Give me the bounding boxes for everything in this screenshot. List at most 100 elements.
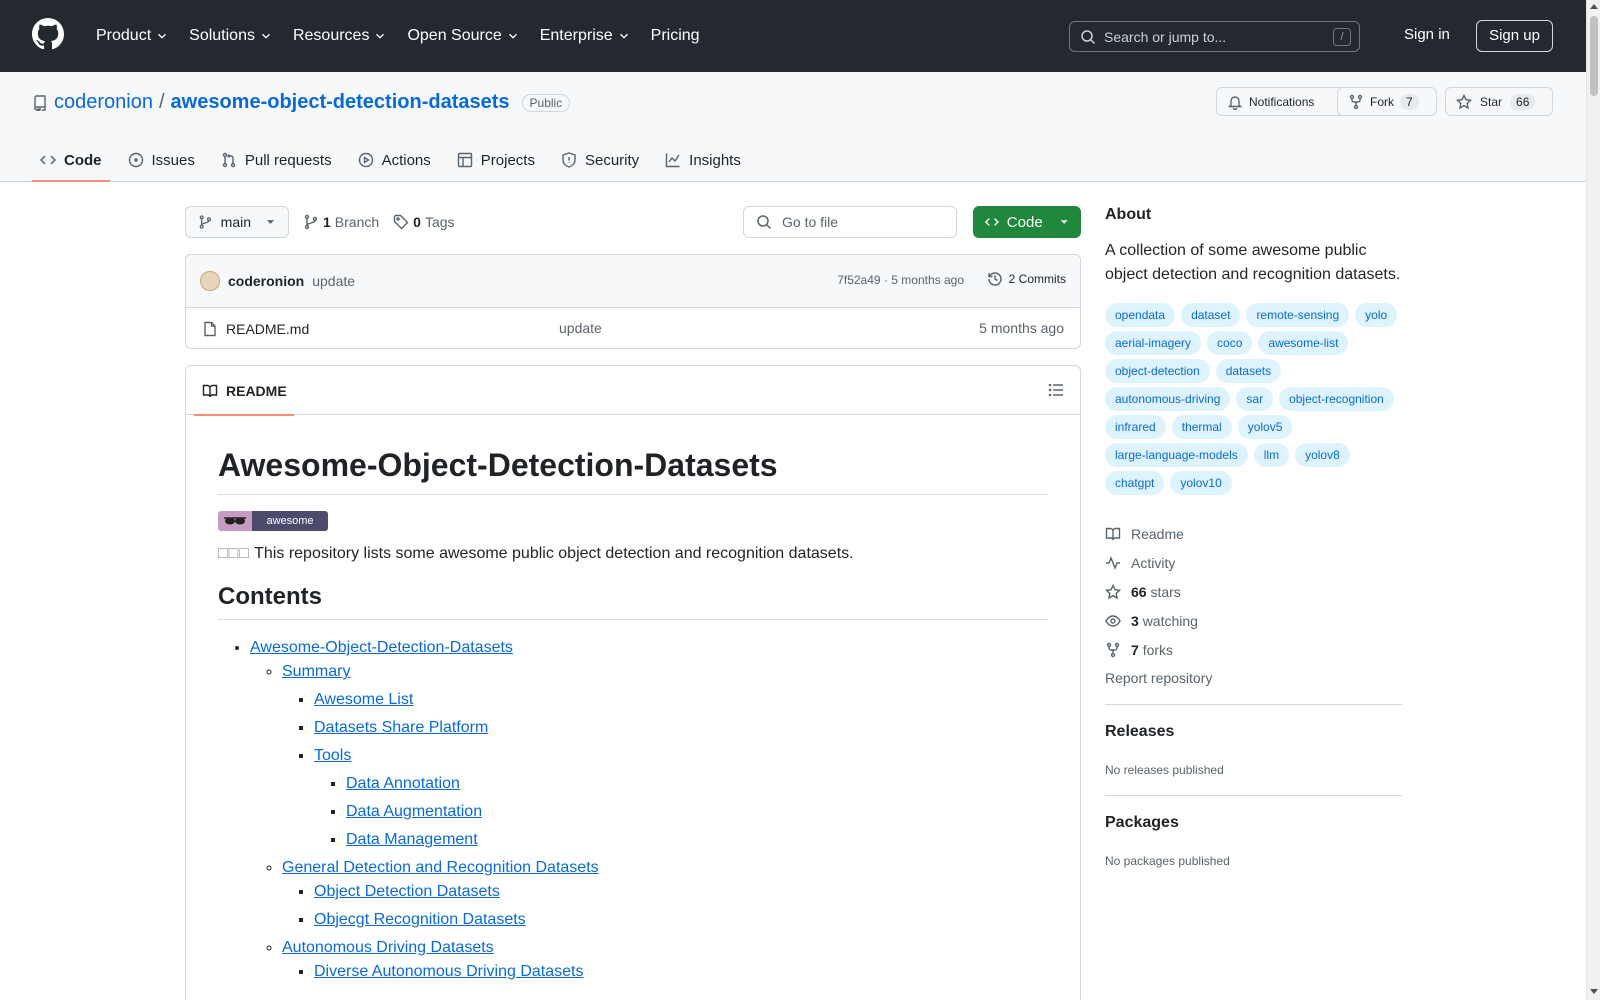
scroll-up-arrow-icon[interactable] xyxy=(1590,4,1598,9)
search-icon xyxy=(757,215,772,230)
branch-select-button[interactable]: main xyxy=(185,206,289,238)
file-name-link[interactable]: README.md xyxy=(226,321,309,337)
tab-issues[interactable]: Issues xyxy=(120,138,203,182)
tags-link[interactable]: 0 Tags xyxy=(393,214,455,230)
tab-insights[interactable]: Insights xyxy=(657,138,749,182)
tab-actions[interactable]: Actions xyxy=(350,138,439,182)
code-dropdown-button[interactable]: Code xyxy=(973,206,1081,238)
topic-tag[interactable]: datasets xyxy=(1215,359,1282,383)
commits-history-link[interactable]: 2 Commits xyxy=(987,271,1066,287)
repo-icon xyxy=(34,94,46,111)
search-shortcut-key: / xyxy=(1333,28,1351,46)
packages-heading[interactable]: Packages xyxy=(1105,814,1402,832)
nav-pricing[interactable]: Pricing xyxy=(643,18,708,54)
topic-tag[interactable]: dataset xyxy=(1181,303,1241,327)
sign-up-button[interactable]: Sign up xyxy=(1476,20,1553,52)
tab-code[interactable]: Code xyxy=(32,138,110,182)
scroll-down-arrow-icon[interactable] xyxy=(1590,989,1598,994)
github-logo-icon[interactable] xyxy=(32,18,64,50)
topic-tag[interactable]: thermal xyxy=(1171,415,1232,439)
sign-in-link[interactable]: Sign in xyxy=(1404,26,1450,43)
readme-link[interactable]: Readme xyxy=(1105,519,1402,548)
nav-solutions[interactable]: Solutions xyxy=(181,18,281,54)
table-row: README.md update 5 months ago xyxy=(186,308,1080,348)
readme-tab[interactable]: README xyxy=(194,366,294,416)
nav-product[interactable]: Product xyxy=(88,18,177,54)
tab-projects-label: Projects xyxy=(480,151,535,169)
topic-tag[interactable]: aerial-imagery xyxy=(1105,331,1202,355)
topic-tag[interactable]: llm xyxy=(1253,443,1290,467)
report-repository-link[interactable]: Report repository xyxy=(1105,670,1402,686)
issue-icon xyxy=(128,152,143,168)
tab-pull-requests[interactable]: Pull requests xyxy=(213,138,340,182)
topic-tag[interactable]: object-recognition xyxy=(1279,387,1394,411)
nav-pricing-label: Pricing xyxy=(650,27,700,44)
releases-heading[interactable]: Releases xyxy=(1105,723,1402,741)
commit-author-link[interactable]: coderonion xyxy=(228,273,304,289)
page-scrollbar[interactable] xyxy=(1586,0,1600,1000)
topic-tag[interactable]: awesome-list xyxy=(1258,331,1349,355)
topic-tag[interactable]: remote-sensing xyxy=(1246,303,1350,327)
search-placeholder: Search or jump to... xyxy=(1104,28,1227,45)
topic-tag[interactable]: coco xyxy=(1207,331,1253,355)
avatar[interactable] xyxy=(200,271,220,291)
toc-link[interactable]: Autonomous Driving Datasets xyxy=(282,939,494,956)
awesome-badge[interactable]: awesome xyxy=(218,511,328,531)
topic-tag[interactable]: opendata xyxy=(1105,303,1176,327)
commit-message-link[interactable]: update xyxy=(312,273,355,289)
watchers-link[interactable]: 3 watching xyxy=(1105,606,1402,635)
toc-link[interactable]: Awesome-Object-Detection-Datasets xyxy=(250,639,513,656)
nav-resources[interactable]: Resources xyxy=(285,18,395,54)
branches-link[interactable]: 1 Branch xyxy=(303,214,379,230)
topic-tag[interactable]: object-detection xyxy=(1105,359,1210,383)
commit-hash-link[interactable]: 7f52a49 xyxy=(837,273,880,287)
topic-tag[interactable]: yolov5 xyxy=(1237,415,1293,439)
toc-sublist: Data Annotation Data Augmentation Data M… xyxy=(314,772,1048,852)
repo-sidebar: About A collection of some awesome publi… xyxy=(1105,206,1402,868)
repo-name-link[interactable]: awesome-object-detection-datasets xyxy=(171,91,510,114)
topic-tag[interactable]: infrared xyxy=(1105,415,1166,439)
nav-resources-label: Resources xyxy=(292,27,370,44)
fork-count: 7 xyxy=(1400,93,1419,110)
toc-link[interactable]: General Detection and Recognition Datase… xyxy=(282,859,599,876)
list-item: Object Detection Datasets xyxy=(314,880,1048,904)
readme-intro: □□□ This repository lists some awesome p… xyxy=(218,545,1048,563)
nav-enterprise[interactable]: Enterprise xyxy=(532,18,639,54)
file-commit-link[interactable]: update xyxy=(559,320,602,336)
topic-tag[interactable]: large-language-models xyxy=(1105,443,1248,467)
tab-security[interactable]: Security xyxy=(553,138,647,182)
tag-icon xyxy=(393,214,409,230)
scrollbar-thumb[interactable] xyxy=(1590,16,1598,96)
activity-link[interactable]: Activity xyxy=(1105,548,1402,577)
forks-link[interactable]: 7 forks xyxy=(1105,635,1402,664)
graph-icon xyxy=(665,153,680,168)
go-to-file-input[interactable]: Go to file xyxy=(743,206,957,238)
toc-link[interactable]: Data Annotation xyxy=(346,775,460,792)
topic-tag[interactable]: autonomous-driving xyxy=(1105,387,1231,411)
fork-button[interactable]: Fork 7 xyxy=(1337,87,1437,116)
toc-link[interactable]: Awesome List xyxy=(314,691,413,708)
history-icon xyxy=(987,272,1002,286)
toc-link[interactable]: Diverse Autonomous Driving Datasets xyxy=(314,963,583,980)
repo-owner-link[interactable]: coderonion xyxy=(54,91,153,114)
topic-tag[interactable]: yolov8 xyxy=(1295,443,1350,467)
topic-tag[interactable]: yolov10 xyxy=(1170,471,1232,495)
outline-list-icon[interactable] xyxy=(1048,382,1064,398)
tab-projects[interactable]: Projects xyxy=(449,138,543,182)
toc-link[interactable]: Datasets Share Platform xyxy=(314,719,488,736)
toc-link[interactable]: Objecgt Recognition Datasets xyxy=(314,911,526,928)
star-button[interactable]: Star 66 xyxy=(1445,87,1553,116)
global-search-input[interactable]: Search or jump to... / xyxy=(1069,21,1360,52)
stars-link[interactable]: 66 stars xyxy=(1105,577,1402,606)
toc-link[interactable]: Summary xyxy=(282,663,350,680)
toc-link[interactable]: Data Management xyxy=(346,831,478,848)
list-item: Diverse Autonomous Driving Datasets xyxy=(314,960,1048,984)
topic-tag[interactable]: yolo xyxy=(1355,303,1398,327)
toc-link[interactable]: Object Detection Datasets xyxy=(314,883,500,900)
topic-tag[interactable]: chatgpt xyxy=(1105,471,1165,495)
notifications-button[interactable]: Notifications xyxy=(1216,87,1347,116)
nav-open-source[interactable]: Open Source xyxy=(399,18,527,54)
topic-tag[interactable]: sar xyxy=(1236,387,1274,411)
toc-link[interactable]: Data Augmentation xyxy=(346,803,482,820)
toc-link[interactable]: Tools xyxy=(314,747,351,764)
